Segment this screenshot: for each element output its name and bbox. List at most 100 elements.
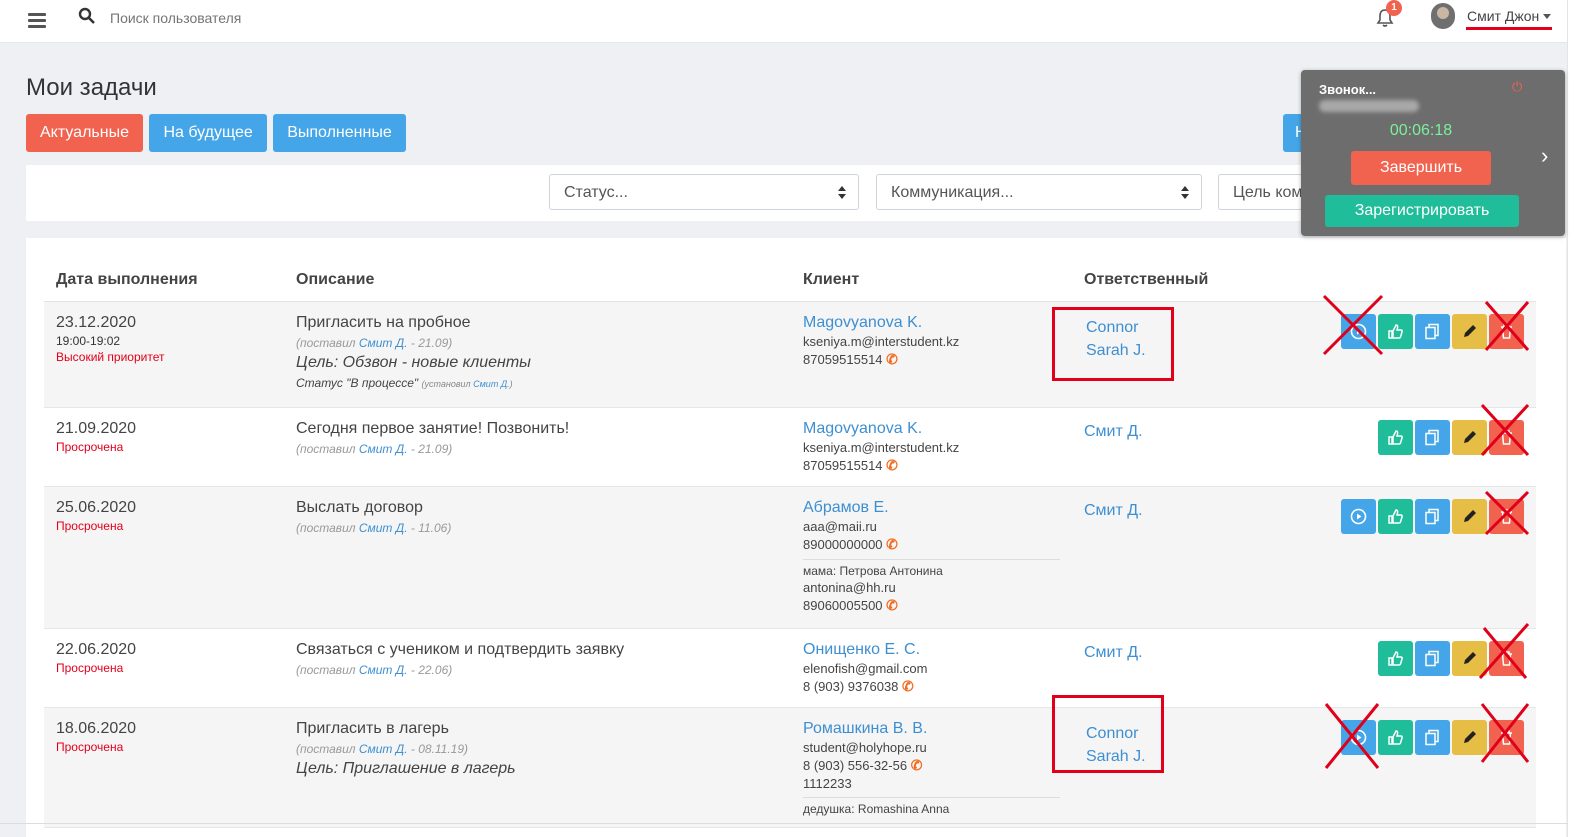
author-link[interactable]: Смит Д. (359, 336, 408, 350)
due-time: 19:00-19:02 (56, 334, 121, 348)
description-cell: Пригласить на пробное (поставил Смит Д. … (284, 301, 791, 408)
meta-suffix: - 11.06) (407, 521, 452, 535)
end-call-button[interactable]: Завершить (1351, 151, 1491, 185)
client-link[interactable]: Ромашкина В. В. (803, 720, 1060, 738)
author-link[interactable]: Смит Д. (359, 742, 408, 756)
pencil-icon (1464, 325, 1476, 337)
pencil-icon (1464, 431, 1476, 443)
task-description: Пригласить на пробное (296, 314, 471, 331)
client-cell: Magovyanova K. kseniya.m@interstudent.kz… (791, 407, 1072, 487)
meta-suffix: - 21.09) (407, 336, 453, 350)
phone-icon[interactable]: ✆ (902, 678, 914, 694)
overdue-label: Просрочена (56, 440, 124, 454)
description-cell: Связаться с учеником и подтвердить заявк… (284, 628, 791, 708)
responsible-cell: Смит Д. (1072, 486, 1326, 629)
copy-icon (1425, 323, 1439, 340)
meta-prefix: (поставил (296, 442, 359, 456)
tab-done[interactable]: Выполненные (273, 114, 406, 152)
table-row: 18.06.2020 Просрочена Пригласить в лагер… (44, 707, 1536, 828)
call-widget: Звонок... ⏻ 00:06:18 Завершить Зарегистр… (1301, 70, 1565, 236)
like-button[interactable] (1378, 420, 1413, 455)
client-link[interactable]: Абрамов Е. (803, 499, 1060, 517)
copy-button[interactable] (1415, 314, 1450, 349)
annotation-box (1052, 307, 1174, 381)
communication-select-value: Коммуникация... (891, 184, 1014, 201)
user-menu[interactable]: Смит Джон (1467, 8, 1539, 24)
responsible-link[interactable]: Смит Д. (1084, 420, 1314, 443)
tab-current[interactable]: Актуальные (26, 114, 143, 152)
pencil-icon (1464, 510, 1476, 522)
overdue-label: Просрочена (56, 519, 124, 533)
like-button[interactable] (1378, 641, 1413, 676)
scrollbar[interactable] (1567, 0, 1588, 837)
col-date[interactable]: Дата выполнения (44, 258, 284, 302)
annotation-cross (1480, 403, 1530, 457)
annotation-cross (1478, 623, 1530, 679)
col-client[interactable]: Клиент (791, 258, 1072, 302)
chevron-right-icon[interactable]: › (1541, 143, 1548, 169)
meta-prefix: (поставил (296, 663, 359, 677)
search-icon[interactable] (78, 7, 96, 25)
responsible-link[interactable]: Смит Д. (1084, 641, 1314, 664)
copy-button[interactable] (1415, 420, 1450, 455)
copy-icon (1425, 508, 1439, 525)
date-cell: 25.06.2020 Просрочена (44, 486, 284, 629)
register-call-button[interactable]: Зарегистрировать (1325, 195, 1519, 227)
status-author-link[interactable]: Смит Д. (473, 379, 510, 389)
author-link[interactable]: Смит Д. (359, 663, 408, 677)
date-cell: 22.06.2020 Просрочена (44, 628, 284, 708)
extra-contact-phone-line: 89060005500 ✆ (803, 597, 1060, 614)
copy-button[interactable] (1415, 499, 1450, 534)
notification-badge: 1 (1386, 0, 1402, 16)
client-email: aaa@maii.ru (803, 519, 877, 534)
task-description: Выслать договор (296, 499, 423, 516)
tab-future[interactable]: На будущее (149, 114, 267, 152)
extra-contact-name: мама: Петрова Антонина (803, 564, 943, 578)
overdue-label: Просрочена (56, 661, 124, 675)
author-link[interactable]: Смит Д. (359, 521, 408, 535)
client-cell: Magovyanova K. kseniya.m@interstudent.kz… (791, 301, 1072, 408)
col-responsible[interactable]: Ответственный (1072, 258, 1326, 302)
col-description[interactable]: Описание (284, 258, 791, 302)
table-row: 21.09.2020 Просрочена Сегодня первое зан… (44, 407, 1536, 487)
responsible-link[interactable]: Смит Д. (1084, 499, 1314, 522)
client-phone: 87059515514 (803, 458, 883, 473)
divider (803, 797, 1060, 798)
task-meta: (поставил Смит Д. - 21.09) (296, 336, 779, 350)
client-link[interactable]: Magovyanova K. (803, 420, 1060, 438)
copy-button[interactable] (1415, 641, 1450, 676)
search-input[interactable] (108, 6, 412, 30)
task-goal: Цель: Приглашение в лагерь (296, 760, 516, 777)
power-icon[interactable]: ⏻ (1512, 79, 1522, 95)
avatar[interactable] (1431, 3, 1455, 29)
chevron-down-icon[interactable] (1543, 14, 1551, 19)
annotation-box (1052, 695, 1164, 773)
overdue-label: Просрочена (56, 740, 124, 754)
meta-prefix: (поставил (296, 742, 359, 756)
like-button[interactable] (1378, 499, 1413, 534)
phone-icon[interactable]: ✆ (911, 757, 923, 773)
client-link[interactable]: Magovyanova K. (803, 314, 1060, 332)
phone-icon[interactable]: ✆ (886, 457, 898, 473)
author-link[interactable]: Смит Д. (359, 442, 408, 456)
play-button[interactable] (1341, 499, 1376, 534)
extra-contact-phone: 89060005500 (803, 598, 883, 613)
copy-button[interactable] (1415, 720, 1450, 755)
client-cell: Онищенко Е. С. elenofish@gmail.com 8 (90… (791, 628, 1072, 708)
description-cell: Сегодня первое занятие! Позвонить! (пост… (284, 407, 791, 487)
client-phone-line: 87059515514 ✆ (803, 457, 1060, 474)
divider (0, 823, 1568, 824)
like-button[interactable] (1378, 720, 1413, 755)
due-date: 21.09.2020 (56, 420, 137, 437)
copy-icon (1425, 729, 1439, 746)
due-date: 18.06.2020 (56, 720, 137, 737)
phone-icon[interactable]: ✆ (886, 351, 898, 367)
communication-select[interactable]: Коммуникация... (876, 174, 1202, 210)
client-link[interactable]: Онищенко Е. С. (803, 641, 1060, 659)
menu-icon[interactable] (28, 10, 46, 31)
client-phone-line: 8 (903) 556-32-56 ✆ (803, 757, 1060, 774)
status-select[interactable]: Статус... (549, 174, 859, 210)
phone-icon[interactable]: ✆ (886, 597, 898, 613)
phone-icon[interactable]: ✆ (886, 536, 898, 552)
client-email: kseniya.m@interstudent.kz (803, 334, 960, 349)
